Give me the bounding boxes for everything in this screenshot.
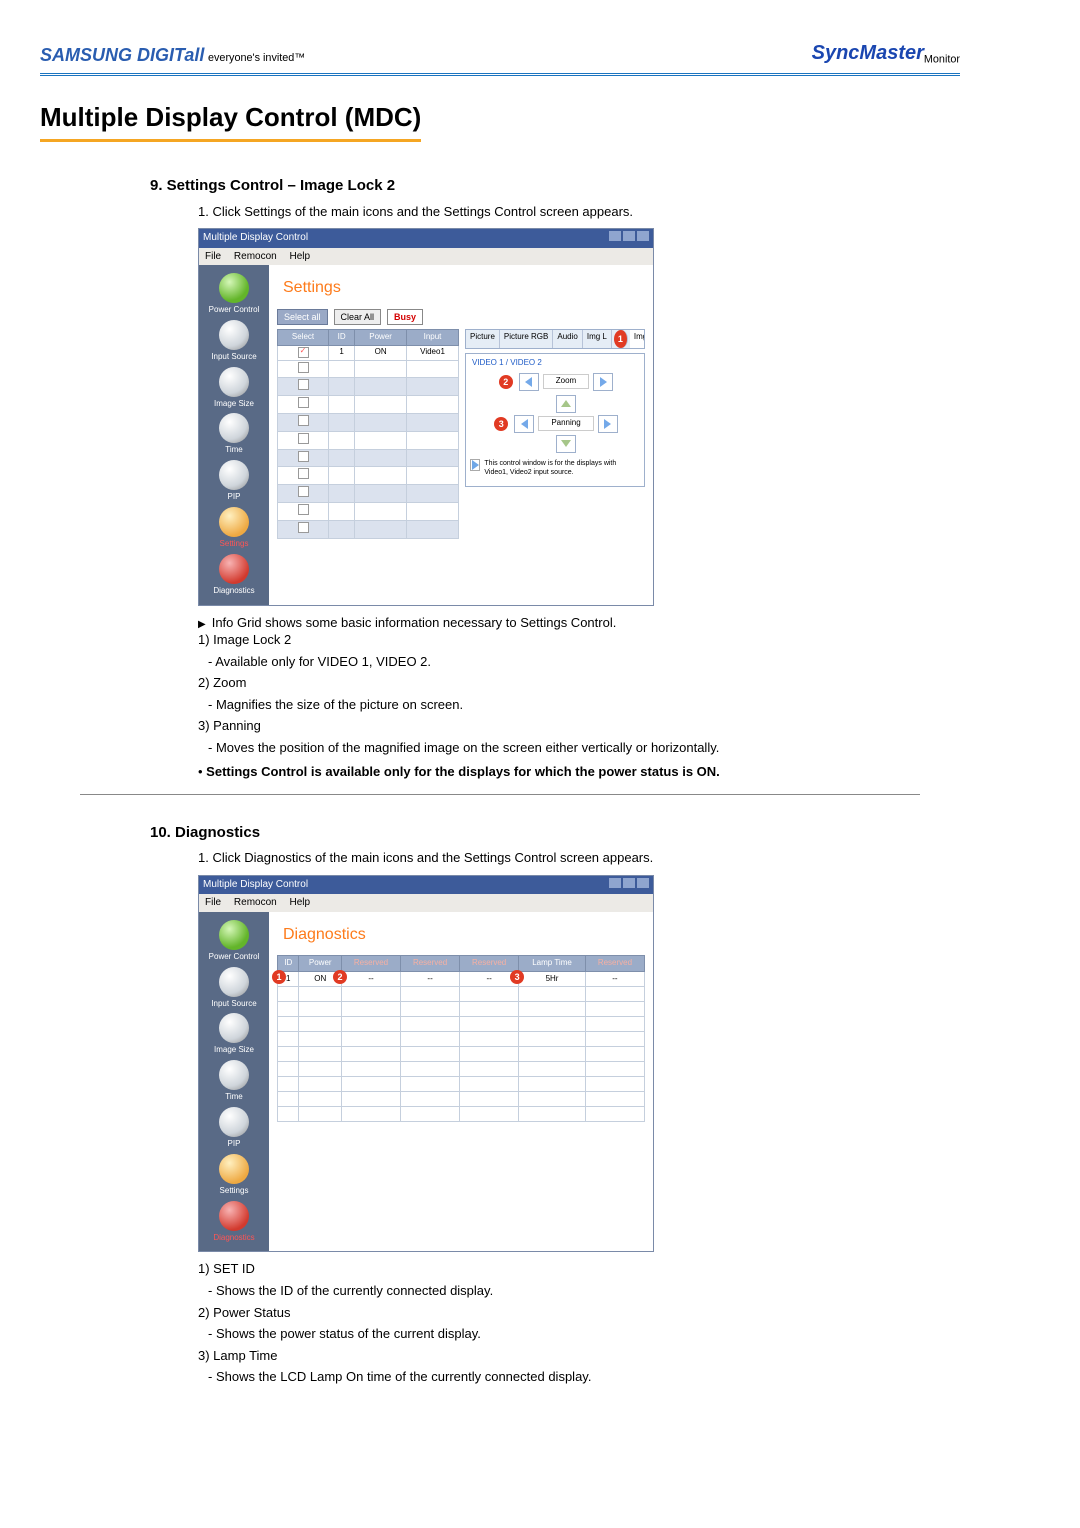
sidebar-item-input[interactable]: Input Source [205,318,263,363]
tab-imglock[interactable]: Img L [583,330,612,348]
panning-block: 3 Panning [470,395,640,453]
diag-title: Diagnostics [283,924,645,946]
sidebar-item-settings[interactable]: Settings [205,505,263,550]
image-lock-panel: VIDEO 1 / VIDEO 2 2 Zoom 3 [465,353,645,487]
th-power: Power [355,329,407,345]
window-titlebar: Multiple Display Control [199,229,653,248]
zoom-label: Zoom [543,374,589,389]
pan-up-button[interactable] [556,395,576,413]
menu-remocon[interactable]: Remocon [234,251,277,262]
diag-grid[interactable]: ID Power Reserved Reserved Reserved Lamp… [277,955,645,1122]
brand-header: SAMSUNG DIGITall everyone's invited™ Syn… [40,40,960,67]
brand-left-sub: everyone's invited™ [208,52,305,64]
zoom-right-button[interactable] [593,373,613,391]
sidebar: Power Control Input Source Image Size Ti… [199,265,269,605]
tab-imglock2[interactable]: Img Lock 2 [630,330,645,348]
menu-file[interactable]: File [205,251,221,262]
pan-right-button[interactable] [598,415,618,433]
th-id: ID [329,329,355,345]
window-title-2: Multiple Display Control [203,878,308,893]
page-title-wrap: Multiple Display Control (MDC) [40,94,421,148]
diagnostics-screenshot: Multiple Display Control File Remocon He… [198,875,654,1253]
panel-title: Settings [283,277,645,299]
sidebar-item-imagesize[interactable]: Image Size [205,365,263,410]
diag-main: Diagnostics ID Power Reserved Reserved R… [269,912,653,1252]
tab-picture-rgb[interactable]: Picture RGB [500,330,553,348]
menu-bar[interactable]: File Remocon Help [199,248,653,266]
brand-right: SyncMasterMonitor [812,40,960,67]
clear-all-button[interactable]: Clear All [334,309,382,325]
divider-1 [80,794,920,795]
main-panel: Settings Select all Clear All Busy Selec… [269,265,653,605]
window-title: Multiple Display Control [203,231,308,246]
callout-d1: 1 [272,970,286,984]
window-buttons-2[interactable] [607,878,649,893]
brand-left: SAMSUNG DIGITall everyone's invited™ [40,43,305,67]
select-all-button[interactable]: Select all [277,309,328,325]
note-icon [470,459,480,471]
zoom-row: 2 Zoom [470,373,640,391]
tab-picture[interactable]: Picture [466,330,500,348]
explain-s1: 1) Image Lock 2 - Available only for VID… [198,631,960,756]
step-9-1: 1. Click Settings of the main icons and … [198,203,960,221]
diag-row-1[interactable]: 11 ON2 -- -- --3 5Hr -- [278,972,645,987]
th-input: Input [407,329,459,345]
settings-screenshot: Multiple Display Control File Remocon He… [198,228,654,606]
pan-down-button[interactable] [556,435,576,453]
panel-note: This control window is for the displays … [470,459,640,478]
bold-note-s1: • Settings Control is available only for… [198,763,960,781]
note-text: This control window is for the displays … [484,459,640,478]
info-bullet: ▶Info Grid shows some basic information … [198,614,960,632]
panning-label: Panning [538,416,593,431]
menu-help[interactable]: Help [290,251,311,262]
window-titlebar-2: Multiple Display Control [199,876,653,895]
sidebar-item-power[interactable]: Power Control [205,271,263,316]
pan-left-button[interactable] [514,415,534,433]
th-select: Select [278,329,329,345]
tab-audio[interactable]: Audio [553,330,582,348]
window-buttons[interactable] [607,231,649,246]
callout-1: 1 [614,330,628,348]
zoom-left-button[interactable] [519,373,539,391]
checkbox-icon[interactable] [298,347,309,358]
callout-2: 2 [499,375,513,389]
explain-s2: 1) SET ID - Shows the ID of the currentl… [198,1260,960,1385]
toolbar: Select all Clear All Busy [277,309,645,325]
sidebar-item-time[interactable]: Time [205,411,263,456]
section-heading-10: 10. Diagnostics [150,823,960,843]
page-title: Multiple Display Control (MDC) [40,100,421,135]
grid-row-1[interactable]: 1 ON Video1 [278,345,459,360]
info-grid[interactable]: Select ID Power Input 1 ON Video1 [277,329,459,539]
step-10-1: 1. Click Diagnostics of the main icons a… [198,849,960,867]
brand-left-top: SAMSUNG DIGITall [40,45,204,65]
header-rule [40,73,960,76]
sidebar-2: Power Control Input Source Image Size Ti… [199,912,269,1252]
title-underline [40,139,421,142]
sidebar-item-pip[interactable]: PIP [205,458,263,503]
menu-bar-2[interactable]: File Remocon Help [199,894,653,912]
callout-3: 3 [494,417,508,431]
section-heading-9: 9. Settings Control – Image Lock 2 [150,176,960,196]
sidebar-item-diagnostics[interactable]: Diagnostics [205,552,263,597]
busy-indicator: Busy [387,309,423,325]
subpanel-title: VIDEO 1 / VIDEO 2 [472,358,640,369]
settings-tabs[interactable]: Picture Picture RGB Audio Img L 1 Img Lo… [465,329,645,349]
